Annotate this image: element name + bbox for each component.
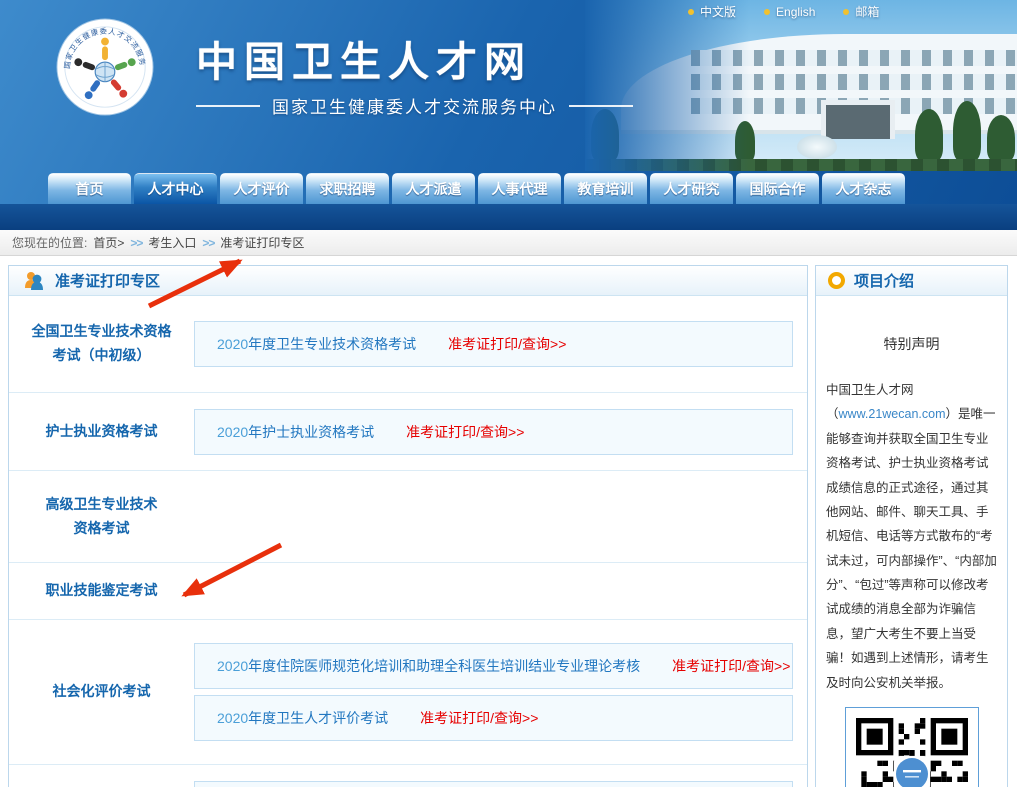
- nav-strip: [0, 204, 1017, 230]
- exam-item-year: 2020: [217, 336, 248, 352]
- bullet-icon: [764, 9, 770, 15]
- breadcrumb-item-1[interactable]: 考生入口: [148, 234, 196, 251]
- exam-item-year: 2020: [217, 424, 248, 440]
- exam-row-items: 2020年护士执业资格考试 准考证打印/查询>>: [194, 393, 807, 470]
- notice-title: 特别声明: [816, 334, 1007, 354]
- top-link-label: 中文版: [700, 3, 736, 20]
- exam-row-items: 2020年度卫生专业技术资格考试 准考证打印/查询>>: [194, 296, 807, 392]
- sidebar-title: 项目介绍: [854, 270, 914, 291]
- nav-tab-8[interactable]: 国际合作: [736, 173, 819, 204]
- nav-tab-1[interactable]: 人才中心: [134, 173, 217, 204]
- ring-bullet-icon: [828, 272, 845, 289]
- panel-title: 准考证打印专区: [55, 270, 160, 291]
- exam-row-items: [194, 563, 807, 619]
- sidebar-header: 项目介绍: [816, 266, 1007, 296]
- exam-row-label: 社会化评价考试: [9, 620, 194, 764]
- nav-tab-5[interactable]: 人事代理: [478, 173, 561, 204]
- people-icon: [23, 271, 45, 291]
- qr-code: [845, 707, 979, 787]
- exam-item-title[interactable]: 年护士执业资格考试: [248, 422, 374, 442]
- exam-row-items: 2020年度住院医师规范化培训和助理全科医生培训结业专业理论考核准考证打印/查询…: [194, 620, 807, 764]
- exam-item: 2020年度卫生人才评价考试 准考证打印/查询>>: [194, 695, 793, 741]
- exam-row-3: 职业技能鉴定考试: [9, 563, 807, 620]
- exam-row-1: 护士执业资格考试 2020年护士执业资格考试 准考证打印/查询>>: [9, 393, 807, 471]
- breadcrumb-prefix: 您现在的位置:: [12, 234, 87, 251]
- notice-body: 中国卫生人才网（www.21wecan.com）是唯一能够查询并获取全国卫生专业…: [826, 378, 997, 695]
- exam-item-title[interactable]: 年度卫生专业技术资格考试: [248, 334, 416, 354]
- exam-item: [194, 781, 793, 787]
- bullet-icon: [843, 9, 849, 15]
- project-intro-sidebar: 项目介绍 特别声明 中国卫生人才网（www.21wecan.com）是唯一能够查…: [815, 265, 1008, 787]
- admission-print-link[interactable]: 准考证打印/查询>>: [406, 422, 524, 442]
- nav-tab-4[interactable]: 人才派遣: [392, 173, 475, 204]
- nav-tab-3[interactable]: 求职招聘: [306, 173, 389, 204]
- exam-item-year: 2020: [217, 710, 248, 726]
- exam-row-4: 社会化评价考试2020年度住院医师规范化培训和助理全科医生培训结业专业理论考核准…: [9, 620, 807, 765]
- nav-tab-2[interactable]: 人才评价: [220, 173, 303, 204]
- site-subtitle-text: 国家卫生健康委人才交流服务中心: [272, 93, 557, 118]
- breadcrumb: 您现在的位置: 首页> >> 考生入口 >> 准考证打印专区: [0, 230, 1017, 256]
- exam-item-title[interactable]: 年度卫生人才评价考试: [248, 708, 388, 728]
- exam-row-items: [194, 471, 807, 562]
- nav-tab-9[interactable]: 人才杂志: [822, 173, 905, 204]
- top-link-2[interactable]: 邮箱: [843, 3, 879, 20]
- exam-row-label: 护士执业资格考试: [9, 393, 194, 470]
- exam-row-label: 职业技能鉴定考试: [9, 563, 194, 619]
- panel-header: 准考证打印专区: [9, 266, 807, 296]
- exam-item-title[interactable]: 年度住院医师规范化培训和助理全科医生培训结业专业理论考核: [248, 656, 640, 676]
- top-link-0[interactable]: 中文版: [688, 3, 736, 20]
- site-title: 中国卫生人才网: [196, 28, 532, 88]
- breadcrumb-item-0[interactable]: 首页>: [93, 234, 124, 251]
- nav-tab-0[interactable]: 首页: [48, 173, 131, 204]
- admission-print-link[interactable]: 准考证打印/查询>>: [448, 334, 566, 354]
- exam-row-0: 全国卫生专业技术资格 考试（中初级） 2020年度卫生专业技术资格考试 准考证打印/…: [9, 296, 807, 393]
- site-logo: 国家卫生健康委人才交流服务中心: [56, 18, 154, 116]
- exam-row-label: [9, 765, 194, 787]
- exam-item: 2020年护士执业资格考试 准考证打印/查询>>: [194, 409, 793, 455]
- exam-item: 2020年度住院医师规范化培训和助理全科医生培训结业专业理论考核 准考证打印/查询…: [194, 643, 793, 689]
- building-photo: [585, 0, 1017, 171]
- main-nav: 首页人才中心人才评价求职招聘人才派遣人事代理教育培训人才研究国际合作人才杂志: [48, 173, 905, 204]
- site-subtitle: 国家卫生健康委人才交流服务中心: [196, 93, 633, 118]
- exam-row-label: 全国卫生专业技术资格 考试（中初级）: [9, 296, 194, 392]
- exam-item-year: 2020: [217, 658, 248, 674]
- bullet-icon: [688, 9, 694, 15]
- top-links: 中文版 English 邮箱: [688, 3, 879, 20]
- breadcrumb-separator: >>: [130, 236, 142, 250]
- admission-ticket-panel: 准考证打印专区 全国卫生专业技术资格 考试（中初级）2020年度卫生专业技术资格…: [8, 265, 808, 787]
- page: 中文版 English 邮箱 国家卫生健康委人才交流服务中心: [0, 0, 1017, 787]
- exam-row-items: [194, 765, 807, 787]
- top-link-label: 邮箱: [855, 3, 879, 20]
- breadcrumb-separator: >>: [202, 236, 214, 250]
- notice-url[interactable]: www.21wecan.com: [839, 407, 946, 421]
- admission-print-link[interactable]: 准考证打印/查询>>: [672, 656, 790, 676]
- top-link-label: English: [776, 5, 815, 19]
- exam-row-label: 高级卫生专业技术 资格考试: [9, 471, 194, 562]
- breadcrumb-item-2[interactable]: 准考证打印专区: [220, 234, 304, 251]
- exam-row-2: 高级卫生专业技术 资格考试: [9, 471, 807, 563]
- admission-print-link[interactable]: 准考证打印/查询>>: [420, 708, 538, 728]
- top-link-1[interactable]: English: [764, 3, 815, 20]
- exam-item: 2020年度卫生专业技术资格考试 准考证打印/查询>>: [194, 321, 793, 367]
- nav-tab-7[interactable]: 人才研究: [650, 173, 733, 204]
- nav-tab-6[interactable]: 教育培训: [564, 173, 647, 204]
- notice-text-post: ）是唯一能够查询并获取全国卫生专业资格考试、护士执业资格考试成绩信息的正式途径，…: [826, 407, 997, 689]
- exam-row-5: [9, 765, 807, 787]
